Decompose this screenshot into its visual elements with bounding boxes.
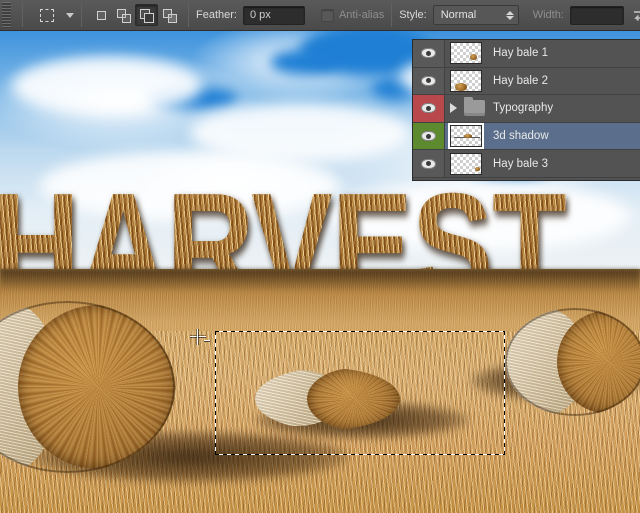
eye-icon xyxy=(421,103,436,113)
layer-row[interactable]: Hay bale 2 xyxy=(413,68,640,96)
layer-row[interactable]: Hay bale 3 xyxy=(413,150,640,178)
layer-row[interactable]: 3d shadow xyxy=(413,123,640,151)
feather-label: Feather: xyxy=(196,9,237,21)
tool-preset-picker[interactable] xyxy=(35,4,74,26)
sky-blue-patch xyxy=(270,49,340,75)
subtract-from-selection-button[interactable] xyxy=(135,4,158,26)
triangle-right-icon xyxy=(450,103,457,113)
cloud xyxy=(12,57,202,115)
layer-thumbnail xyxy=(450,125,482,147)
marquee-icon[interactable] xyxy=(35,4,59,26)
eye-icon xyxy=(421,159,436,169)
selection-mode-group xyxy=(89,4,181,26)
width-input[interactable] xyxy=(570,6,624,25)
divider xyxy=(22,3,23,27)
hay-bale-right[interactable] xyxy=(505,308,640,416)
divider xyxy=(81,3,82,27)
style-select[interactable]: Normal xyxy=(433,5,519,25)
intersect-selection-button[interactable] xyxy=(158,4,181,26)
field-horizon-shadow xyxy=(0,269,640,291)
width-label: Width: xyxy=(533,9,564,21)
feather-value: 0 px xyxy=(250,9,271,21)
layer-visibility-toggle[interactable] xyxy=(413,150,445,177)
anti-alias-label: Anti-alias xyxy=(339,9,384,21)
layer-thumbnail-cell[interactable] xyxy=(445,123,487,150)
style-value: Normal xyxy=(441,9,476,21)
eye-icon xyxy=(421,48,436,58)
layer-thumbnail xyxy=(450,153,482,175)
layer-row[interactable]: Typography xyxy=(413,95,640,123)
photoshop-window: Feather: 0 px Anti-alias Style: Normal W… xyxy=(0,0,640,513)
layer-thumbnail-cell[interactable] xyxy=(445,40,487,67)
feather-input[interactable]: 0 px xyxy=(243,6,305,25)
layer-visibility-toggle[interactable] xyxy=(413,40,445,67)
layer-thumbnail xyxy=(450,70,482,92)
anti-alias-checkbox[interactable] xyxy=(321,9,334,22)
layer-visibility-toggle[interactable] xyxy=(413,68,445,95)
layer-name[interactable]: Hay bale 2 xyxy=(487,75,640,87)
layer-name[interactable]: 3d shadow xyxy=(487,130,640,142)
folder-icon xyxy=(464,100,485,116)
layer-thumbnail xyxy=(450,42,482,64)
eye-icon xyxy=(421,131,436,141)
layer-visibility-toggle[interactable] xyxy=(413,95,445,122)
options-bar: Feather: 0 px Anti-alias Style: Normal W… xyxy=(0,0,640,31)
spinner-icon[interactable] xyxy=(506,11,514,20)
hay-bale-middle[interactable] xyxy=(255,368,400,430)
layer-name[interactable]: Hay bale 3 xyxy=(487,158,640,170)
layer-name[interactable]: Hay bale 1 xyxy=(487,47,640,59)
style-label: Style: xyxy=(399,9,427,21)
add-to-selection-button[interactable] xyxy=(112,4,135,26)
chevron-down-icon[interactable] xyxy=(66,13,74,18)
layer-visibility-toggle[interactable] xyxy=(413,123,445,150)
layer-thumbnail-cell[interactable] xyxy=(445,150,487,177)
swap-arrows-icon[interactable] xyxy=(632,8,640,22)
layer-thumbnail-cell[interactable] xyxy=(445,68,487,95)
divider xyxy=(391,3,392,27)
layer-name[interactable]: Typography xyxy=(487,102,640,114)
divider xyxy=(188,3,189,27)
new-selection-button[interactable] xyxy=(89,4,112,26)
group-folder-cell[interactable] xyxy=(461,95,487,122)
hay-bale-foreground[interactable] xyxy=(0,301,175,473)
layers-panel[interactable]: Hay bale 1 Hay bale 2 xyxy=(412,39,640,181)
options-bar-grip[interactable] xyxy=(2,2,11,28)
eye-icon xyxy=(421,76,436,86)
layer-row[interactable]: Hay bale 1 xyxy=(413,40,640,68)
group-expand-toggle[interactable] xyxy=(445,95,461,122)
